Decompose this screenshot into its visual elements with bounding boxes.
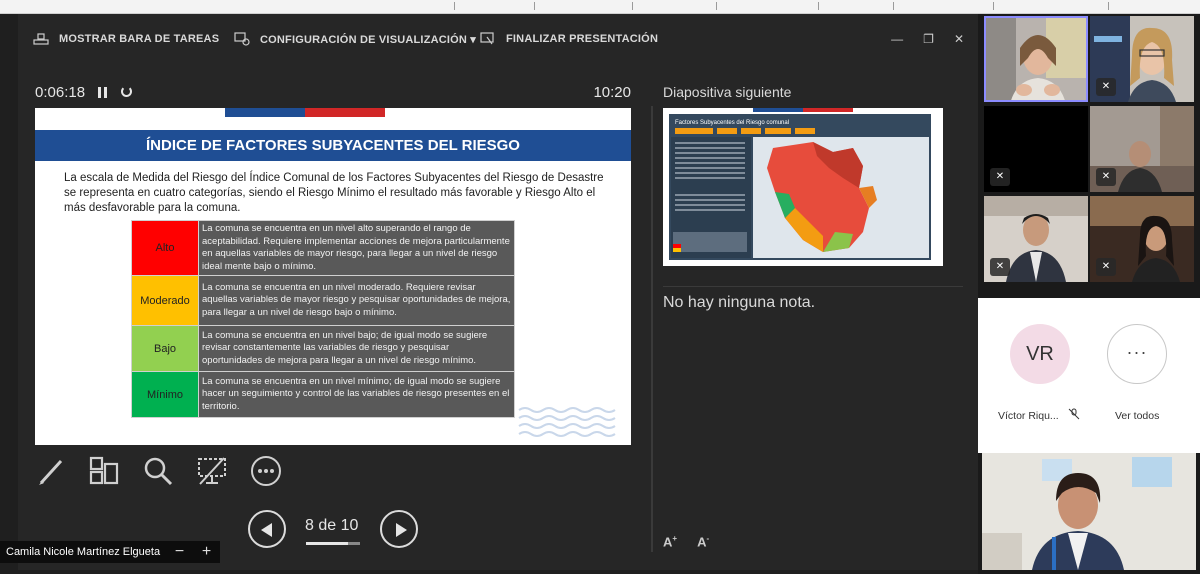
video-tile[interactable]: ✕ (984, 106, 1088, 192)
speaker-notes: No hay ninguna nota. (663, 294, 816, 311)
pane-divider[interactable] (651, 106, 653, 552)
risk-desc-moderado: La comuna se encuentra en un nivel moder… (198, 275, 515, 326)
strip-tick (993, 2, 994, 10)
pause-icon[interactable] (98, 87, 107, 98)
video-tile-large[interactable] (982, 453, 1196, 570)
current-clock: 10:20 (593, 84, 631, 101)
show-taskbar-label: MOSTRAR BARA DE TAREAS (59, 33, 220, 45)
risk-scale-table: Alto La comuna se encuentra en un nivel … (131, 220, 515, 418)
strip-tick (716, 2, 717, 10)
mic-muted-icon: ✕ (1096, 168, 1116, 186)
page-indicator[interactable]: 8 de 10 (305, 517, 358, 535)
window-controls: — ❐ ✕ (891, 32, 964, 46)
zoom-slide-icon[interactable] (141, 454, 175, 488)
font-size-controls: A+ A- (663, 534, 709, 549)
top-strip (0, 0, 1200, 14)
next-slide-title: Factores Subyacentes del Riesgo comunal (675, 120, 789, 126)
chevron-right-icon (396, 523, 407, 537)
display-settings-label: CONFIGURACIÓN DE VISUALIZACIÓN ▾ (260, 33, 477, 46)
close-button[interactable]: ✕ (954, 32, 964, 46)
slide-title: ÍNDICE DE FACTORES SUBYACENTES DEL RIESG… (35, 130, 631, 161)
video-tile[interactable]: ✕ (1090, 16, 1194, 102)
zoom-control: − + (166, 541, 220, 563)
black-screen-icon[interactable] (195, 454, 229, 488)
video-tile[interactable]: ✕ (984, 196, 1088, 282)
strip-tick (893, 2, 894, 10)
see-all-participants-button[interactable]: ··· (1107, 324, 1167, 384)
mic-muted-icon: ✕ (1096, 78, 1116, 96)
show-taskbar-button[interactable]: MOSTRAR BARA DE TAREAS (33, 32, 219, 46)
strip-tick (454, 2, 455, 10)
presenter-view: MOSTRAR BARA DE TAREAS CONFIGURACIÓN DE … (18, 14, 978, 570)
current-slide: ÍNDICE DE FACTORES SUBYACENTES DEL RIESG… (35, 108, 631, 445)
strip-tick (534, 2, 535, 10)
zoom-in-button[interactable]: + (202, 543, 211, 561)
reset-timer-icon[interactable] (121, 86, 132, 97)
risk-level-alto: Alto (131, 220, 199, 276)
risk-level-minimo: Mínimo (131, 371, 199, 418)
display-settings-button[interactable]: CONFIGURACIÓN DE VISUALIZACIÓN ▾ (234, 32, 476, 46)
notes-divider (663, 286, 963, 287)
see-all-slides-icon[interactable] (87, 454, 121, 488)
next-slide-button[interactable] (380, 510, 418, 548)
restore-button[interactable]: ❐ (923, 32, 934, 46)
more-participants-area: VR ··· Víctor Riqu... Ver todos (978, 298, 1200, 453)
participant-video (982, 453, 1196, 570)
minimize-button[interactable]: — (891, 32, 903, 46)
risk-desc-minimo: La comuna se encuentra en un nivel mínim… (198, 371, 515, 418)
pen-icon[interactable] (35, 454, 69, 488)
risk-desc-bajo: La comuna se encuentra en un nivel bajo;… (198, 325, 515, 372)
mic-muted-icon: ✕ (990, 168, 1010, 186)
video-tile-active-speaker[interactable] (984, 16, 1088, 102)
more-options-icon[interactable] (249, 454, 283, 488)
chevron-left-icon (261, 523, 272, 537)
zoom-out-button[interactable]: − (175, 543, 184, 561)
wave-decoration (518, 407, 616, 437)
taskbar-icon (33, 33, 49, 45)
strip-tick (1108, 2, 1109, 10)
display-settings-icon (234, 32, 250, 46)
participant-name: Víctor Riqu... (998, 410, 1059, 422)
flag-bar (225, 108, 385, 117)
page-progress (306, 542, 360, 545)
mic-muted-icon: ✕ (1096, 258, 1116, 276)
slide-navigation: 8 de 10 (248, 510, 428, 550)
risk-level-moderado: Moderado (131, 275, 199, 326)
strip-tick (818, 2, 819, 10)
video-tile[interactable]: ✕ (1090, 106, 1194, 192)
end-presentation-button[interactable]: FINALIZAR PRESENTACIÓN (480, 32, 658, 46)
mic-muted-icon: ✕ (990, 258, 1010, 276)
previous-slide-button[interactable] (248, 510, 286, 548)
next-slide-thumbnail: Factores Subyacentes del Riesgo comunal (663, 108, 943, 266)
strip-tick (632, 2, 633, 10)
mic-muted-icon (1068, 408, 1080, 420)
slide-intro: La escala de Medida del Riesgo del Índic… (64, 172, 604, 214)
next-slide-label: Diapositiva siguiente (663, 84, 792, 100)
table-row: Bajo La comuna se encuentra en un nivel … (131, 325, 515, 372)
end-presentation-label: FINALIZAR PRESENTACIÓN (506, 33, 659, 45)
see-all-label[interactable]: Ver todos (1115, 410, 1159, 422)
presenter-toolbar: MOSTRAR BARA DE TAREAS CONFIGURACIÓN DE … (18, 28, 978, 50)
elapsed-time: 0:06:18 (35, 84, 86, 101)
increase-font-button[interactable]: A+ (663, 534, 677, 549)
table-row: Moderado La comuna se encuentra en un ni… (131, 275, 515, 326)
timer-row: 0:06:18 10:20 (18, 84, 634, 104)
participants-panel: ✕ ✕ ✕ ✕ ✕ VR ··· Víctor Riqu... Ver todo… (978, 14, 1200, 574)
video-tile[interactable]: ✕ (1090, 196, 1194, 282)
next-slide-preview[interactable]: Factores Subyacentes del Riesgo comunal (663, 108, 943, 266)
decrease-font-button[interactable]: A- (697, 534, 709, 549)
avatar[interactable]: VR (1010, 324, 1070, 384)
end-presentation-icon (480, 32, 494, 45)
participant-video (986, 18, 1086, 100)
risk-desc-alto: La comuna se encuentra en un nivel alto … (198, 220, 515, 276)
presenter-name-tag: Camila Nicole Martínez Elgueta (0, 541, 167, 563)
table-row: Mínimo La comuna se encuentra en un nive… (131, 371, 515, 418)
risk-level-bajo: Bajo (131, 325, 199, 372)
table-row: Alto La comuna se encuentra en un nivel … (131, 220, 515, 276)
